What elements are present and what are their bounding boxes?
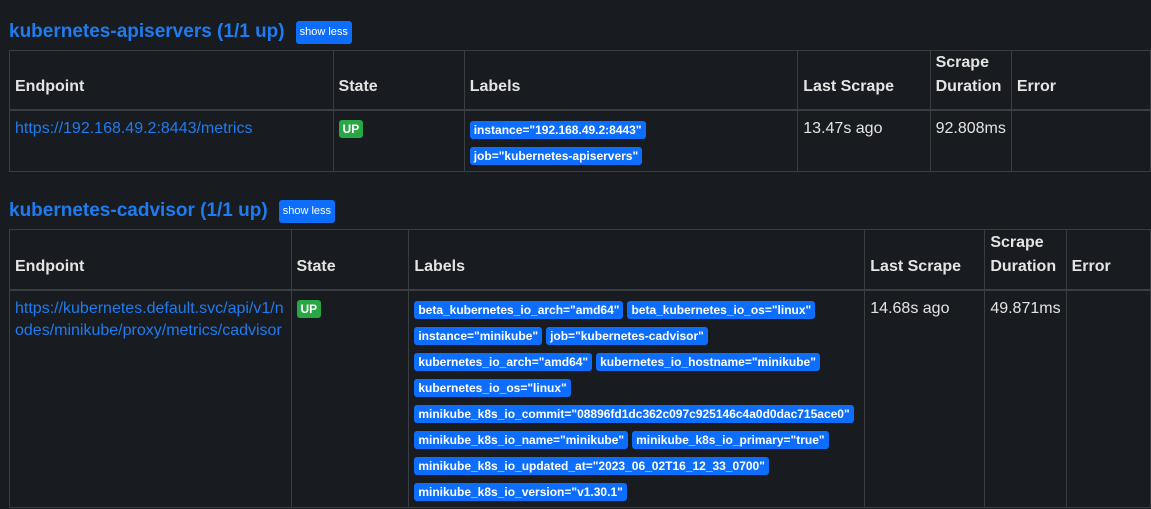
targets-table: Endpoint State Labels Last Scrape Scrape Dur…	[9, 229, 1151, 508]
label-badge: job="kubernetes-cadvisor"	[546, 326, 708, 345]
table-row: https://kubernetes.default.svc/api/v1/no…	[9, 289, 1151, 508]
state-badge: UP	[338, 120, 364, 138]
endpoint-link[interactable]: https://kubernetes.default.svc/api/v1/no…	[15, 300, 284, 339]
column-header-scrape-duration: Scrape Duration	[984, 229, 1067, 291]
label-badge: minikube_k8s_io_commit="08896fd1dc362c09…	[414, 404, 854, 423]
pool-header: kubernetes-cadvisor (1/1 up) show less	[9, 197, 1151, 225]
error	[1010, 109, 1151, 172]
table-row: https://192.168.49.2:8443/metrics UP ins…	[9, 109, 1151, 172]
last-scrape: 13.47s ago	[797, 109, 931, 172]
scrape-duration: 92.808ms	[929, 109, 1012, 172]
label-badge: minikube_k8s_io_primary="true"	[632, 430, 829, 449]
label-badge: minikube_k8s_io_name="minikube"	[414, 430, 629, 449]
label-badge: beta_kubernetes_io_os="linux"	[627, 300, 816, 319]
label-badge: kubernetes_io_arch="amd64"	[414, 352, 593, 371]
endpoint-link[interactable]: https://192.168.49.2:8443/metrics	[15, 120, 252, 137]
column-header-error: Error	[1010, 50, 1151, 111]
label-badge: job="kubernetes-apiservers"	[469, 147, 643, 165]
error	[1065, 289, 1151, 508]
show-less-button[interactable]: show less	[295, 20, 352, 44]
scrape-pool-1: kubernetes-cadvisor (1/1 up) show less E…	[9, 197, 1151, 508]
header-row: Endpoint State Labels Last Scrape Scrape Dur…	[9, 229, 1151, 291]
column-header-last-scrape: Last Scrape	[797, 50, 931, 111]
column-header-labels: Labels	[463, 50, 799, 111]
last-scrape: 14.68s ago	[864, 289, 986, 508]
column-header-endpoint: Endpoint	[9, 229, 292, 291]
label-badge: kubernetes_io_hostname="minikube"	[596, 352, 820, 371]
column-header-labels: Labels	[408, 229, 866, 291]
pool-header: kubernetes-apiservers (1/1 up) show less	[9, 18, 1151, 46]
labels-cell: beta_kubernetes_io_arch="amd64" beta_kube…	[408, 289, 866, 508]
label-badge: beta_kubernetes_io_arch="amd64"	[414, 300, 624, 319]
column-header-state: State	[290, 229, 410, 291]
label-badge: instance="192.168.49.2:8443"	[469, 121, 646, 139]
column-header-endpoint: Endpoint	[9, 50, 334, 111]
targets-table: Endpoint State Labels Last Scrape Scrape Dur…	[9, 50, 1151, 172]
label-badge: minikube_k8s_io_updated_at="2023_06_02T1…	[414, 456, 769, 475]
state-badge: UP	[296, 299, 322, 318]
column-header-error: Error	[1065, 229, 1151, 291]
label-badge: kubernetes_io_os="linux"	[414, 378, 571, 397]
column-header-last-scrape: Last Scrape	[864, 229, 986, 291]
pool-title: kubernetes-apiservers (1/1 up)	[9, 21, 285, 42]
header-row: Endpoint State Labels Last Scrape Scrape Dur…	[9, 50, 1151, 111]
column-header-state: State	[332, 50, 465, 111]
pool-title: kubernetes-cadvisor (1/1 up)	[9, 200, 268, 221]
column-header-scrape-duration: Scrape Duration	[929, 50, 1012, 111]
labels-cell: instance="192.168.49.2:8443" job="kuberne…	[463, 109, 799, 172]
scrape-duration: 49.871ms	[984, 289, 1067, 508]
label-badge: minikube_k8s_io_version="v1.30.1"	[414, 482, 627, 501]
label-badge: instance="minikube"	[414, 326, 543, 345]
scrape-pool-0: kubernetes-apiservers (1/1 up) show less…	[9, 18, 1151, 172]
show-less-button[interactable]: show less	[278, 199, 335, 223]
